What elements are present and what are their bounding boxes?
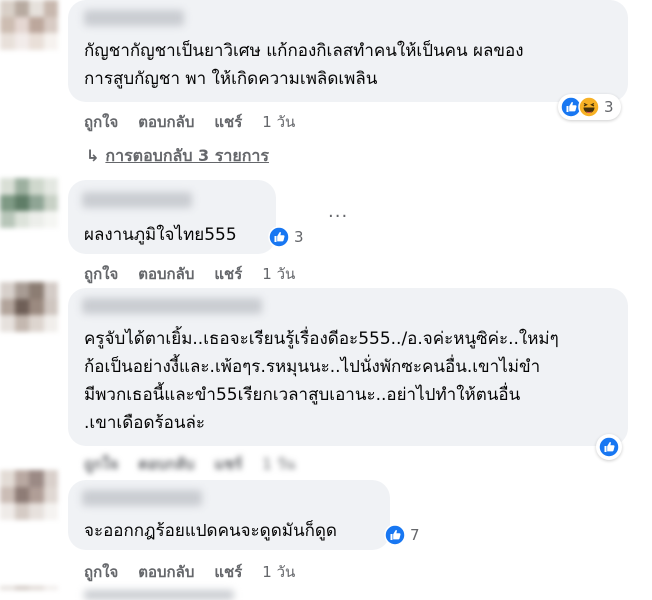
view-replies-link[interactable]: ↳ การตอบกลับ 3 รายการ [86,144,269,169]
comment-time[interactable]: 1 วัน [262,563,295,581]
comment-text-line: จะออกกฎร้อยแปดคนจะดูดมันก็ดูด [84,521,337,541]
reaction-count: 3 [604,98,614,116]
comment-time[interactable]: 1 วัน [262,455,295,473]
haha-icon [578,96,600,118]
comment-bubble: จะออกกฎร้อยแปดคนจะดูดมันก็ดูด [68,480,390,550]
like-icon [598,436,620,458]
comment-actions: ถูกใจ ตอบกลับ แชร์ 1 วัน [84,262,315,286]
like-action[interactable]: ถูกใจ [84,455,118,473]
avatar[interactable] [0,282,58,332]
reaction-count: 7 [410,526,420,544]
share-action[interactable]: แชร์ [214,113,242,131]
comment-actions: ถูกใจ ตอบกลับ แชร์ 1 วัน [84,560,315,584]
commenter-name[interactable] [84,590,234,600]
comment-text-line: ครูจับได้ตาเยิ้ม..เธอจะเรียนรู้เรื่องดีอ… [84,329,559,349]
reaction-summary[interactable] [596,434,622,460]
comment-text-line: ผลงานภูมิใจไทย555 [84,225,237,245]
more-options-icon[interactable]: ··· [328,206,348,227]
reaction-count: 3 [294,228,304,246]
comment-text-line: การสูบกัญชา พา ให้เกิดความเพลิดเพลิน [84,69,378,89]
comment-actions: ถูกใจ ตอบกลับ แชร์ 1 วัน [84,452,315,476]
reaction-summary[interactable]: 3 [558,94,621,120]
comment-actions: ถูกใจ ตอบกลับ แชร์ 1 วัน [84,110,315,134]
share-action[interactable]: แชร์ [214,265,242,283]
comment-bubble: กัญชากัญชาเป็นยาวิเศษ แก้กองกิเลสทำคนให้… [68,0,628,102]
share-action[interactable]: แชร์ [214,563,242,581]
reply-action[interactable]: ตอบกลับ [138,563,194,581]
comment-text-line: .เขาเดือดร้อนล่ะ [84,413,205,433]
avatar[interactable] [0,586,58,597]
comment-text-line: กัญชากัญชาเป็นยาวิเศษ แก้กองกิเลสทำคนให้… [84,41,524,61]
avatar[interactable] [0,0,58,50]
reaction-summary[interactable]: 3 [268,224,304,250]
share-action[interactable]: แชร์ [214,455,242,473]
like-icon [268,226,290,248]
comment-bubble: ผลงานภูมิใจไทย555 [68,180,276,254]
like-action[interactable]: ถูกใจ [84,113,118,131]
comment-time[interactable]: 1 วัน [262,265,295,283]
avatar[interactable] [0,470,58,520]
reply-action[interactable]: ตอบกลับ [138,455,194,473]
commenter-name[interactable] [82,192,192,208]
reply-arrow-icon: ↳ [86,146,100,165]
reply-action[interactable]: ตอบกลับ [138,265,194,283]
commenter-name[interactable] [82,298,262,314]
avatar[interactable] [0,178,58,228]
view-replies-label: การตอบกลับ 3 รายการ [105,146,269,165]
reaction-summary[interactable]: 7 [384,522,420,548]
comment-text-line: ก้อเป็นอย่างงี้และ.เพ้อๆร.รหมุนนะ..ไปนั่… [84,357,541,377]
comment-time[interactable]: 1 วัน [262,113,295,131]
commenter-name[interactable] [84,10,184,26]
like-icon [384,524,406,546]
like-action[interactable]: ถูกใจ [84,265,118,283]
like-action[interactable]: ถูกใจ [84,563,118,581]
comment-bubble: ครูจับได้ตาเยิ้ม..เธอจะเรียนรู้เรื่องดีอ… [68,288,628,446]
reply-action[interactable]: ตอบกลับ [138,113,194,131]
commenter-name[interactable] [82,490,202,506]
comment-text-line: มีพวกเธอนี้และขำ55เรียกเวลาสูบเอานะ..อย่… [84,385,521,405]
